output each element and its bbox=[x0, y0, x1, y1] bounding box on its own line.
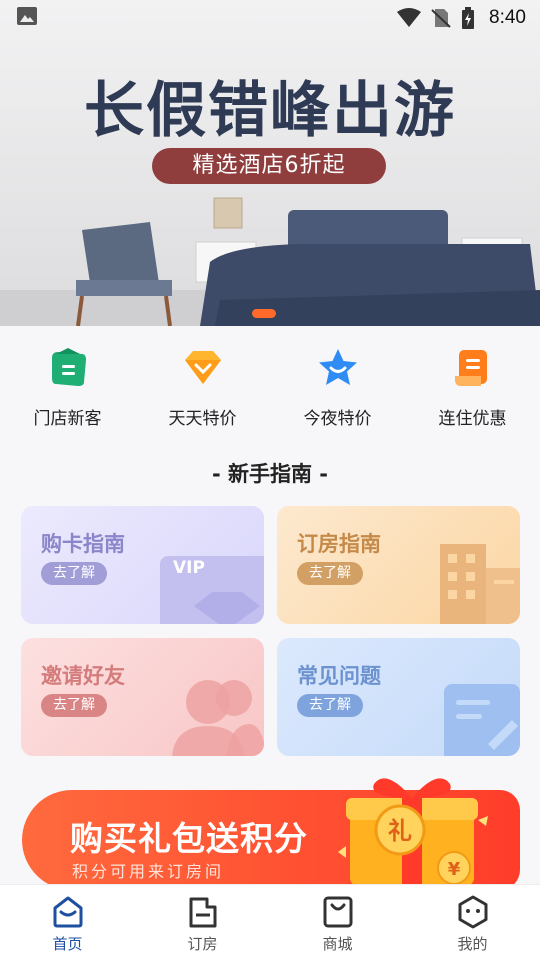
coin-label: ¥ bbox=[448, 859, 461, 880]
learn-more-button[interactable]: 去了解 bbox=[41, 694, 107, 717]
vip-badge: VIP bbox=[173, 558, 205, 578]
quick-item-stay-discount[interactable]: 连住优惠 bbox=[405, 340, 540, 429]
tab-label: 我的 bbox=[457, 935, 488, 953]
banner-subtitle-badge: 精选酒店6折起 bbox=[152, 148, 386, 184]
quick-label: 天天特价 bbox=[168, 409, 237, 429]
banner-title: 长假错峰出游 bbox=[84, 76, 456, 146]
status-bar: 8:40 bbox=[0, 0, 540, 36]
gift-box-icon: 礼 ¥ bbox=[338, 778, 488, 886]
shop-icon bbox=[323, 896, 352, 928]
booking-icon bbox=[189, 897, 216, 928]
daily-deal-icon bbox=[184, 351, 221, 384]
quick-item-store-new-customer[interactable]: 门店新客 bbox=[0, 340, 135, 429]
battery-charging-icon bbox=[462, 7, 475, 29]
learn-more-button[interactable]: 去了解 bbox=[41, 562, 107, 585]
tab-label: 商城 bbox=[322, 935, 353, 953]
quick-label: 门店新客 bbox=[33, 409, 102, 429]
tab-label: 订房 bbox=[187, 935, 218, 953]
status-time: 8:40 bbox=[489, 7, 526, 28]
carousel-indicator[interactable] bbox=[252, 309, 276, 318]
learn-more-button[interactable]: 去了解 bbox=[297, 694, 363, 717]
card-title: 邀请好友 bbox=[41, 664, 125, 688]
guide-card-buy-card[interactable]: 购卡指南 去了解 VIP bbox=[21, 506, 264, 624]
profile-icon bbox=[458, 895, 487, 929]
promo-title: 购买礼包送积分 bbox=[70, 819, 308, 858]
tab-label: 首页 bbox=[52, 935, 83, 953]
guide-card-booking[interactable]: 订房指南 去了解 bbox=[277, 506, 520, 624]
stay-discount-icon bbox=[454, 350, 487, 386]
card-title: 常见问题 bbox=[297, 664, 381, 688]
guide-card-invite-friends[interactable]: 邀请好友 去了解 bbox=[21, 638, 264, 756]
gift-label: 礼 bbox=[388, 817, 412, 845]
learn-more-button[interactable]: 去了解 bbox=[297, 562, 363, 585]
wifi-icon bbox=[397, 8, 422, 27]
card-title: 购卡指南 bbox=[41, 532, 125, 556]
card-title: 订房指南 bbox=[297, 532, 381, 556]
tab-booking[interactable]: 订房 bbox=[135, 885, 270, 960]
tab-profile[interactable]: 我的 bbox=[405, 885, 540, 960]
bottom-tab-bar: 首页 订房 商城 我的 bbox=[0, 884, 540, 960]
faq-document-icon bbox=[444, 684, 520, 756]
tonight-deal-icon bbox=[318, 349, 357, 385]
quick-item-tonight-deal[interactable]: 今夜特价 bbox=[270, 340, 405, 429]
tab-home[interactable]: 首页 bbox=[0, 885, 135, 960]
promo-subtitle: 积分可用来订房间 bbox=[72, 862, 225, 881]
quick-item-daily-deal[interactable]: 天天特价 bbox=[135, 340, 270, 429]
friends-icon bbox=[172, 680, 264, 756]
quick-label: 连住优惠 bbox=[438, 409, 507, 429]
image-notification-icon bbox=[17, 7, 37, 25]
quick-label: 今夜特价 bbox=[303, 409, 372, 429]
hero-banner[interactable]: 长假错峰出游 精选酒店6折起 bbox=[0, 0, 540, 326]
building-icon bbox=[440, 544, 520, 624]
vip-card-icon bbox=[160, 556, 264, 624]
guide-card-faq[interactable]: 常见问题 去了解 bbox=[277, 638, 520, 756]
quick-menu: 门店新客 天天特价 今夜特价 连住优惠 bbox=[0, 340, 540, 429]
store-new-customer-icon bbox=[51, 348, 86, 386]
guide-section-title: - 新手指南 - bbox=[211, 462, 329, 486]
tab-shop[interactable]: 商城 bbox=[270, 885, 405, 960]
home-icon bbox=[53, 896, 82, 928]
no-sim-icon bbox=[431, 9, 451, 28]
